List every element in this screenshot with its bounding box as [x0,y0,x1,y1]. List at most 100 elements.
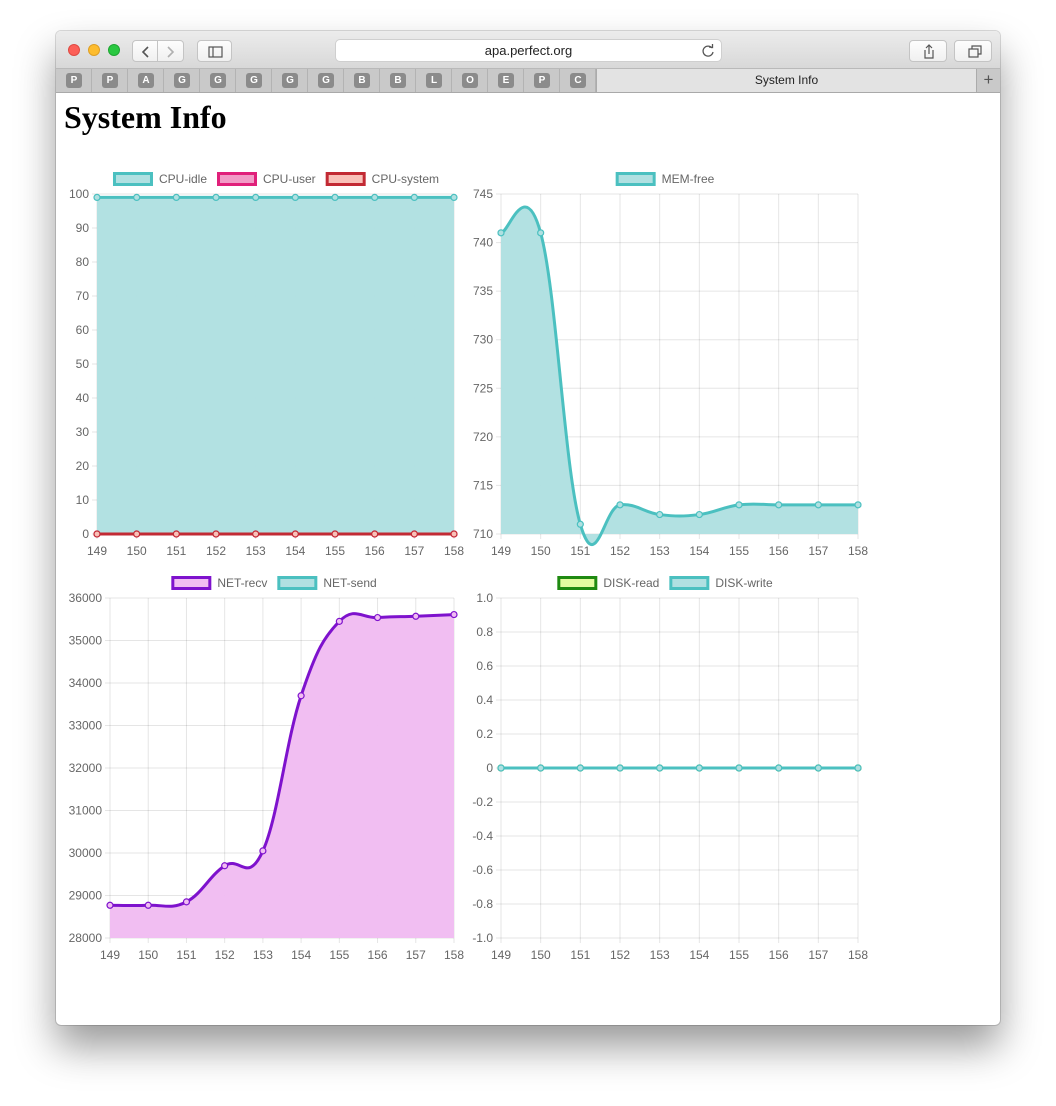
data-point[interactable] [291,530,299,538]
legend-label: CPU-user [263,172,316,186]
data-point[interactable] [144,901,152,909]
x-tick-label: 156 [365,544,385,558]
y-tick-label: 40 [76,391,90,405]
y-tick-label: 730 [473,333,493,347]
x-tick-label: 156 [769,544,789,558]
data-point[interactable] [297,692,305,700]
data-point[interactable] [814,501,822,509]
y-tick-label: 715 [473,478,493,492]
data-point[interactable] [371,530,379,538]
y-tick-label: 710 [473,527,493,541]
legend-item-cpu-idle[interactable]: CPU-idle [112,172,207,186]
y-tick-label: 90 [76,221,90,235]
legend-label: DISK-write [715,576,773,590]
data-point[interactable] [331,530,339,538]
x-tick-label: 158 [444,544,464,558]
data-point[interactable] [133,530,141,538]
data-point[interactable] [775,764,783,772]
data-point[interactable] [854,764,862,772]
data-point[interactable] [656,510,664,519]
data-point[interactable] [412,612,420,620]
data-point[interactable] [93,530,101,538]
y-tick-label: 725 [473,381,493,395]
legend-item-cpu-user[interactable]: CPU-user [217,172,316,186]
data-point[interactable] [172,530,180,538]
data-point[interactable] [450,530,458,538]
data-point[interactable] [576,764,584,772]
data-point[interactable] [410,530,418,538]
legend-swatch [557,576,598,590]
legend-item-net-recv[interactable]: NET-recv [171,576,268,590]
data-point[interactable] [695,510,703,519]
y-tick-label: 740 [473,236,493,250]
data-point[interactable] [221,862,229,870]
data-point[interactable] [133,193,141,201]
data-point[interactable] [410,193,418,201]
y-tick-label: 745 [473,187,493,201]
x-tick-label: 153 [246,544,266,558]
data-point[interactable] [735,764,743,772]
legend-item-net-send[interactable]: NET-send [277,576,377,590]
data-point[interactable] [182,898,191,906]
data-point[interactable] [775,501,783,509]
data-point[interactable] [252,193,260,201]
data-point[interactable] [106,901,114,909]
legend-item-mem-free[interactable]: MEM-free [615,172,715,186]
y-tick-label: 10 [76,493,90,507]
data-point[interactable] [814,764,822,772]
y-tick-label: 28000 [69,931,103,945]
data-point[interactable] [291,193,299,201]
data-point[interactable] [212,530,220,538]
x-tick-label: 157 [406,948,426,962]
cpu-chart: 0 10 20 30 40 50 60 70 80 90 100 149 150 151 152 153 154… [69,172,464,558]
x-tick-label: 155 [729,948,749,962]
data-point[interactable] [259,847,267,855]
x-tick-label: 158 [444,948,464,962]
data-point[interactable] [616,501,624,509]
net-chart: 28000 29000 30000 31000 32000 33000 34000 35000… [69,576,464,962]
x-tick-label: 153 [650,544,670,558]
x-tick-label: 156 [769,948,789,962]
data-point[interactable] [537,229,545,237]
legend-swatch [277,576,318,590]
x-tick-label: 154 [689,544,709,558]
y-tick-label: 0.6 [476,659,493,673]
data-point[interactable] [93,193,101,201]
data-point[interactable] [576,520,584,528]
data-point[interactable] [335,617,343,625]
data-point[interactable] [616,764,624,772]
y-tick-label: 50 [76,357,90,371]
data-point[interactable] [735,501,743,509]
y-tick-label: 735 [473,284,493,298]
data-point[interactable] [371,193,379,201]
x-tick-label: 154 [689,948,709,962]
y-tick-label: 36000 [69,591,103,605]
legend-item-cpu-system[interactable]: CPU-system [325,172,439,186]
data-point[interactable] [212,193,220,201]
data-point[interactable] [537,764,545,772]
data-point[interactable] [252,530,260,538]
data-point[interactable] [450,610,458,619]
data-point[interactable] [695,764,703,772]
data-point[interactable] [497,229,505,237]
data-point[interactable] [854,501,862,509]
data-point[interactable] [656,764,664,772]
x-tick-label: 152 [206,544,226,558]
legend-item-disk-write[interactable]: DISK-write [669,576,773,590]
y-tick-label: 33000 [69,719,103,733]
legend-item-disk-read[interactable]: DISK-read [557,576,660,590]
y-tick-label: 30 [76,425,90,439]
data-point[interactable] [172,193,180,201]
data-point[interactable] [373,613,382,622]
legend-swatch [171,576,212,590]
data-point[interactable] [331,193,339,201]
x-tick-label: 154 [291,948,311,962]
legend-swatch [112,172,153,186]
data-point[interactable] [450,193,458,201]
mem-chart: 710 715 720 725 730 735 740 745 149 150 151 152 153 1… [473,172,868,558]
x-tick-label: 155 [325,544,345,558]
x-tick-label: 152 [215,948,235,962]
data-point[interactable] [497,764,505,772]
x-tick-label: 149 [87,544,107,558]
y-tick-label: -0.8 [472,897,493,911]
